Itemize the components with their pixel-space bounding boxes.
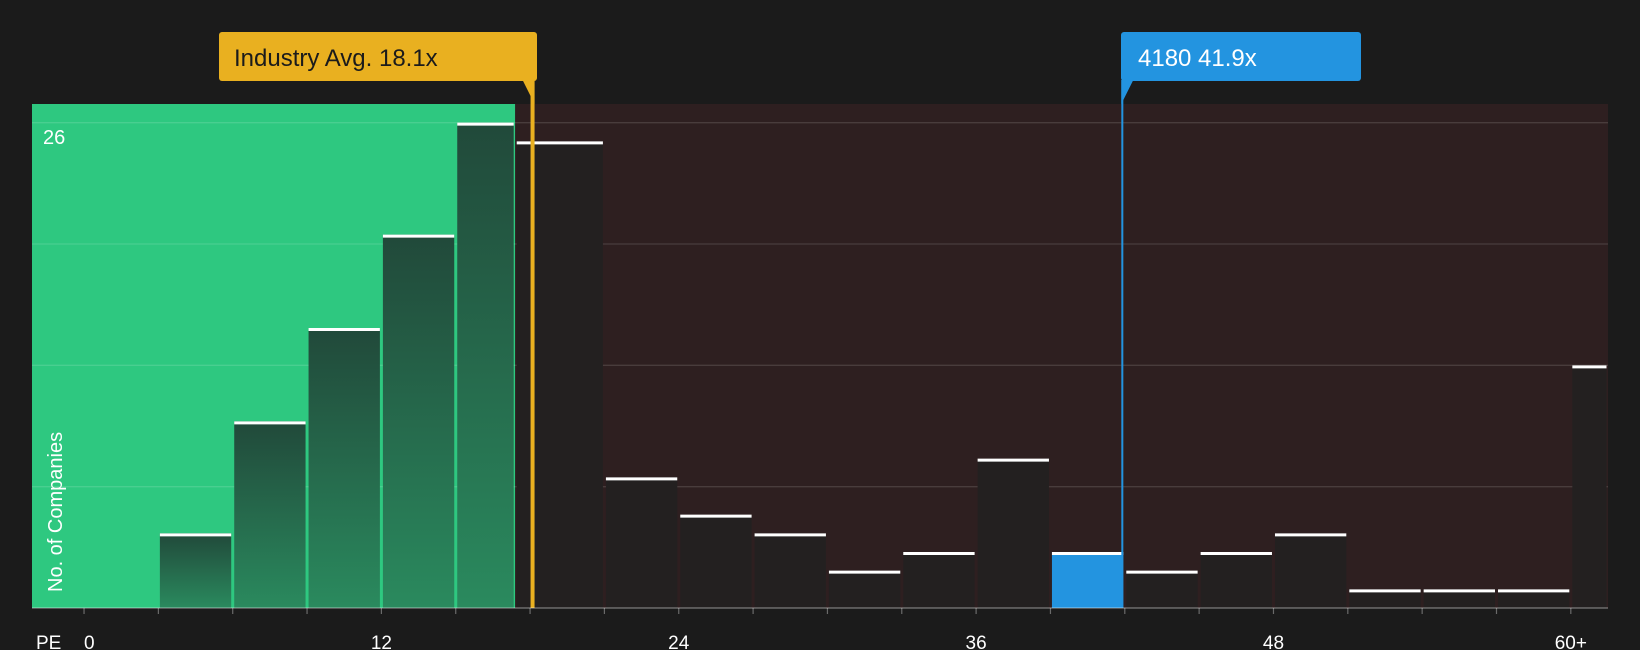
overvalued-zone — [515, 104, 1608, 608]
industry-avg-line — [530, 80, 535, 608]
industry-avg-label: Industry Avg. 18.1x — [234, 45, 438, 72]
histogram-bar-12 — [977, 458, 1049, 608]
y-max-label: 26 — [43, 127, 65, 149]
histogram-bar-16 — [1274, 533, 1347, 608]
histogram-bar-1 — [159, 533, 232, 608]
histogram-bar-13 — [1051, 552, 1124, 608]
x-tick-label-24: 24 — [668, 633, 690, 650]
histogram-bar-10 — [828, 570, 901, 608]
x-axis-label: PE — [36, 633, 61, 650]
histogram-bar-9 — [754, 533, 826, 608]
company-line — [1121, 80, 1124, 608]
x-tick-label-0: 0 — [84, 633, 95, 650]
histogram-bar-11 — [903, 552, 975, 608]
histogram-bar-2 — [234, 421, 306, 608]
histogram-bar-4 — [382, 234, 455, 608]
histogram-bar-15 — [1200, 552, 1272, 608]
histogram-bar-5 — [457, 122, 514, 609]
histogram-bar-14 — [1126, 570, 1198, 608]
histogram-bar-6 — [516, 141, 603, 609]
x-tick-label-60+: 60+ — [1555, 633, 1587, 650]
histogram-bar-3 — [308, 328, 380, 608]
chart-svg: 0 12 24 36 48 60+ 26 No. of Companies PE Indu… — [32, 32, 1608, 650]
y-axis-label: No. of Companies — [45, 432, 67, 592]
pe-distribution-chart: 0 12 24 36 48 60+ 26 No. of Companies PE Indu… — [0, 0, 1640, 650]
histogram-bar-8 — [680, 514, 752, 608]
x-tick-label-36: 36 — [966, 633, 987, 650]
industry-avg-pointer — [522, 80, 535, 104]
x-tick-label-12: 12 — [371, 633, 392, 650]
company-label: 4180 41.9x — [1138, 45, 1257, 72]
histogram-bar-20 — [1572, 365, 1607, 608]
x-tick-label-48: 48 — [1263, 633, 1284, 650]
histogram-bar-7 — [605, 477, 678, 608]
